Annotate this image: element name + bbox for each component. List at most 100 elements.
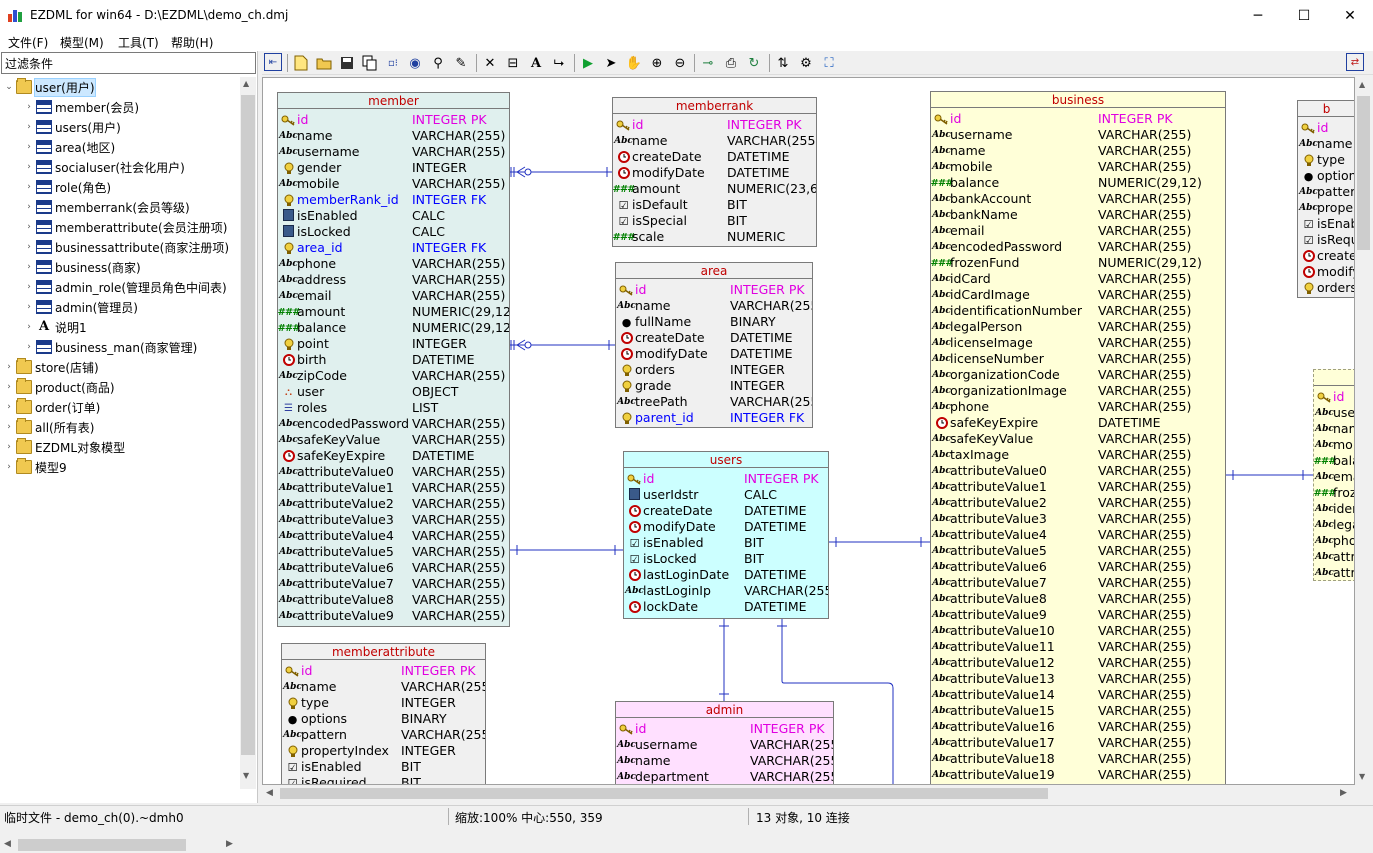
tree-node[interactable]: › business_man(商家管理) — [24, 337, 197, 357]
expand-arrow-icon[interactable]: › — [24, 202, 34, 212]
entity-field[interactable]: Abcusername VARCHAR(255) — [278, 144, 509, 160]
entity-field[interactable]: ⛬ user OBJECT — [278, 384, 509, 400]
export-icon[interactable]: ⇅ — [773, 53, 793, 73]
entity-field[interactable]: Abc attributeValue3 VARCHAR(255) — [931, 511, 1225, 527]
entity-field[interactable]: Abc phone VARCHAR(255) — [278, 256, 509, 272]
entity-field[interactable]: Abc attributeValue2 VARCHAR(255) — [931, 495, 1225, 511]
back-icon[interactable]: ⇤ — [264, 53, 282, 71]
entity-field[interactable]: Abcphone — [1314, 533, 1354, 549]
entity-member[interactable]: member id INTEGER PK Abc name VARCHAR(255) Abc… — [277, 92, 510, 627]
entity-field[interactable]: id — [1298, 120, 1354, 136]
entity-field[interactable]: ### frozenFund NUMERIC(29,12) — [931, 255, 1225, 271]
entity-field[interactable]: Abc attributeValue6 VARCHAR(255) — [931, 559, 1225, 575]
entity-field[interactable]: modifyDate DATETIME — [616, 346, 812, 362]
entity-admin[interactable]: adminidINTEGER PKAbcusernameVARCHAR(255)… — [615, 701, 834, 784]
table-icon[interactable]: ⊟ — [503, 53, 523, 73]
entity-field[interactable]: ###balance — [1314, 453, 1354, 469]
entity-field[interactable]: Abcusername — [1314, 405, 1354, 421]
entity-field[interactable]: type — [1298, 152, 1354, 168]
entity-field[interactable]: createDate DATETIME — [624, 503, 828, 519]
entity-field[interactable]: grade INTEGER — [616, 378, 812, 394]
entity-field[interactable]: id INTEGER PK — [931, 111, 1225, 127]
entity-field[interactable]: ### balance NUMERIC(29,12) — [931, 175, 1225, 191]
expand-arrow-icon[interactable]: › — [24, 322, 34, 332]
entity-field[interactable]: AbcattributeValue1 — [1314, 565, 1354, 580]
entity-field[interactable]: Abcemail — [1314, 469, 1354, 485]
entity-field[interactable]: Abc attributeValue7 VARCHAR(255) — [278, 576, 509, 592]
entity-field[interactable]: modifyDate DATETIME — [624, 519, 828, 535]
entity-field[interactable]: Abc idCard VARCHAR(255) — [931, 271, 1225, 287]
entity-field[interactable]: createDate DATETIME — [613, 149, 816, 165]
entity-field[interactable]: Abc mobile VARCHAR(255) — [931, 159, 1225, 175]
entity-field[interactable]: id — [1314, 389, 1354, 405]
entity-field[interactable]: Abc organizationCode VARCHAR(255) — [931, 367, 1225, 383]
entity-field[interactable]: Abc idCardImage VARCHAR(255) — [931, 287, 1225, 303]
zoom-out-icon[interactable]: ⊖ — [670, 53, 690, 73]
entity-field[interactable]: modifyDate — [1298, 264, 1354, 280]
entity-field[interactable]: Abc address VARCHAR(255) — [278, 272, 509, 288]
expand-arrow-icon[interactable]: › — [24, 262, 34, 272]
tree-node[interactable]: › member(会员) — [24, 97, 139, 117]
new-file-icon[interactable] — [291, 53, 311, 73]
close-button[interactable]: ✕ — [1327, 0, 1373, 31]
entity-field[interactable]: Abc safeKeyValue VARCHAR(255) — [278, 432, 509, 448]
globe-icon[interactable]: ◉ — [405, 53, 425, 73]
pointer-icon[interactable]: ➤ — [601, 53, 621, 73]
properties-icon[interactable]: ⚙ — [796, 53, 816, 73]
entity-field[interactable]: ●options — [1298, 168, 1354, 184]
entity-field[interactable]: Abcname VARCHAR(255) — [613, 133, 816, 149]
entity-field[interactable]: Abc attributeValue4 VARCHAR(255) — [931, 527, 1225, 543]
entity-field[interactable]: Abc attributeValue19 VARCHAR(255) — [931, 767, 1225, 783]
entity-field[interactable]: AbcidentificationNumber — [1314, 501, 1354, 517]
expand-arrow-icon[interactable]: › — [24, 222, 34, 232]
entity-field[interactable]: point INTEGER — [278, 336, 509, 352]
expand-arrow-icon[interactable]: › — [4, 402, 14, 412]
layout-icon[interactable]: ▫⁝ — [383, 53, 403, 73]
entity-field[interactable]: lockDate DATETIME — [624, 599, 828, 615]
entity-field[interactable]: Abc licenseNumber VARCHAR(255) — [931, 351, 1225, 367]
expand-arrow-icon[interactable]: › — [24, 142, 34, 152]
entity-field[interactable]: Abc attributeValue9 VARCHAR(255) — [931, 607, 1225, 623]
entity-field[interactable]: id INTEGER PK — [282, 663, 485, 679]
entity-field[interactable]: type INTEGER — [282, 695, 485, 711]
tree-node[interactable]: ⌄ user(用户) — [4, 77, 96, 97]
entity-field[interactable]: ☑ isDefault BIT — [613, 197, 816, 213]
delete-icon[interactable]: ✕ — [480, 53, 500, 73]
entity-field[interactable]: Abc email VARCHAR(255) — [931, 223, 1225, 239]
entity-field[interactable]: Abc attributeValue8 VARCHAR(255) — [931, 591, 1225, 607]
expand-arrow-icon[interactable]: › — [4, 382, 14, 392]
entity-field[interactable]: ### amount NUMERIC(29,12) — [278, 304, 509, 320]
find-icon[interactable]: ⚲ — [428, 53, 448, 73]
entity-field[interactable]: id INTEGER PK — [278, 112, 509, 128]
entity-field[interactable]: Abcname VARCHAR(255) — [931, 143, 1225, 159]
entity-field[interactable]: orders — [1298, 280, 1354, 296]
entity-business[interactable]: business id INTEGER PK Abc username VARCHAR(2… — [930, 91, 1226, 784]
copy-icon[interactable] — [360, 53, 380, 73]
tree-node[interactable]: › EZDML对象模型 — [4, 437, 125, 457]
entity-field[interactable]: Abcname VARCHAR(255) — [278, 128, 509, 144]
entity-field[interactable]: AbclegalPerson — [1314, 517, 1354, 533]
save-icon[interactable] — [337, 53, 357, 73]
entity-field[interactable]: Abc attributeValue18 VARCHAR(255) — [931, 751, 1225, 767]
entity-field[interactable]: Abcname — [1298, 136, 1354, 152]
entity-field[interactable]: Abc attributeValue6 VARCHAR(255) — [278, 560, 509, 576]
menu-model[interactable]: 模型(M) — [60, 34, 104, 51]
diagram-canvas[interactable]: member id INTEGER PK Abc name VARCHAR(255) Abc… — [262, 77, 1355, 785]
text-icon[interactable]: A — [526, 53, 546, 73]
tree-node[interactable]: › businessattribute(商家注册项) — [24, 237, 229, 257]
entity-field[interactable]: Abc attributeValue8 VARCHAR(255) — [278, 592, 509, 608]
maximize-button[interactable]: ☐ — [1281, 0, 1327, 31]
minimize-button[interactable]: ─ — [1235, 0, 1281, 31]
entity-field[interactable]: propertyIndex INTEGER — [282, 743, 485, 759]
entity-field[interactable]: Abc attributeValue0 VARCHAR(255) — [931, 463, 1225, 479]
entity-field[interactable]: isEnabled CALC — [278, 208, 509, 224]
open-folder-icon[interactable] — [314, 53, 334, 73]
tree-horizontal-scrollbar[interactable]: ◀ ▶ — [0, 837, 240, 853]
hand-icon[interactable]: ✋ — [624, 53, 644, 73]
entity-field[interactable]: Abc attributeValue17 VARCHAR(255) — [931, 735, 1225, 751]
menu-file[interactable]: 文件(F) — [8, 34, 48, 51]
entity-field[interactable]: ☑ isSpecial BIT — [613, 213, 816, 229]
entity-field[interactable]: Abc encodedPassword VARCHAR(255) — [931, 239, 1225, 255]
entity-field[interactable]: Abcusername VARCHAR(255) — [616, 737, 833, 753]
canvas-vertical-scrollbar[interactable]: ▲ ▼ — [1355, 77, 1372, 785]
